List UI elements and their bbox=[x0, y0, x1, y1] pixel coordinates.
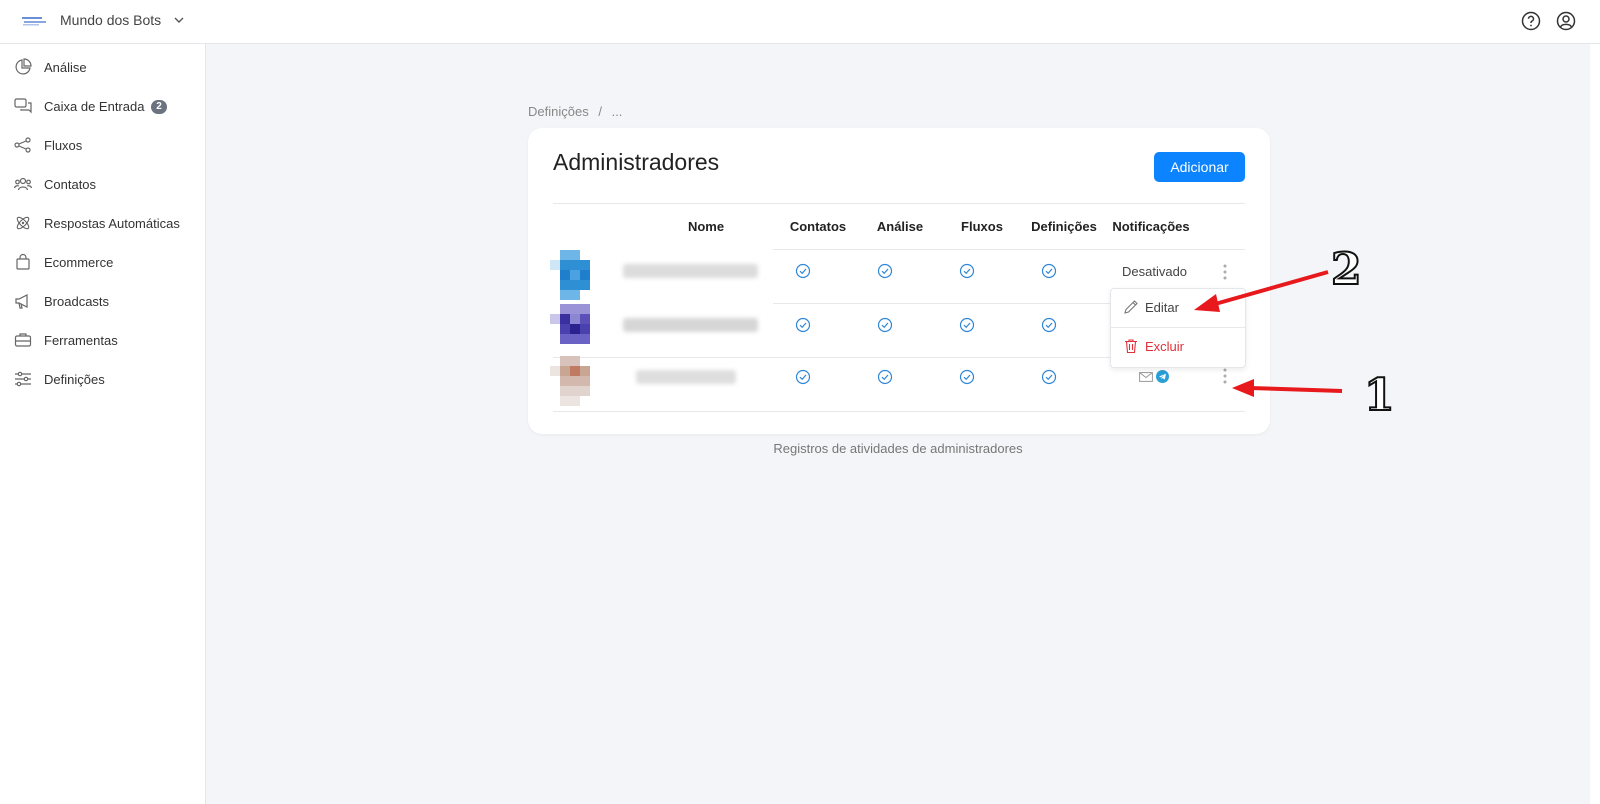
check-circle-icon bbox=[877, 263, 893, 279]
sidebar-item-label: Análise bbox=[44, 60, 87, 75]
administrators-card: Administradores Adicionar Nome Contatos … bbox=[528, 128, 1270, 434]
logo bbox=[22, 17, 46, 26]
users-icon bbox=[14, 177, 32, 191]
column-header-contatos: Contatos bbox=[789, 219, 847, 234]
workspace-name: Mundo dos Bots bbox=[60, 12, 162, 28]
sidebar-item-analise[interactable]: Análise bbox=[0, 52, 206, 82]
avatar bbox=[550, 250, 590, 300]
sidebar: Análise Caixa de Entrada 2 Fluxos Contat… bbox=[0, 44, 206, 804]
sidebar-item-fluxos[interactable]: Fluxos bbox=[0, 130, 206, 160]
notifications-status: Desativado bbox=[1122, 264, 1188, 279]
check-circle-icon bbox=[877, 317, 893, 333]
flow-icon bbox=[14, 137, 31, 153]
trash-icon bbox=[1125, 339, 1137, 354]
check-circle-icon bbox=[959, 263, 975, 279]
admin-name-redacted bbox=[623, 264, 758, 278]
check-circle-icon bbox=[795, 263, 811, 279]
sidebar-item-label: Fluxos bbox=[44, 138, 83, 153]
column-header-definicoes: Definições bbox=[1031, 219, 1097, 234]
sidebar-item-caixa-de-entrada[interactable]: Caixa de Entrada 2 bbox=[0, 91, 206, 121]
check-circle-icon bbox=[1041, 317, 1057, 333]
check-circle-icon bbox=[795, 369, 811, 385]
unread-badge: 2 bbox=[151, 100, 167, 114]
page-title: Administradores bbox=[553, 149, 720, 175]
annotation-arrow-1 bbox=[1232, 379, 1343, 397]
sidebar-item-label: Definições bbox=[44, 372, 105, 387]
chat-bubbles-icon bbox=[14, 98, 32, 114]
megaphone-icon bbox=[15, 294, 28, 309]
check-circle-icon bbox=[795, 317, 811, 333]
annotation-number-1: 1 bbox=[1363, 369, 1396, 422]
shopping-bag-icon bbox=[16, 253, 30, 270]
account-icon[interactable] bbox=[1555, 10, 1577, 32]
check-circle-icon bbox=[959, 369, 975, 385]
check-circle-icon bbox=[959, 317, 975, 333]
divider bbox=[1111, 327, 1245, 328]
breadcrumb-current: ... bbox=[611, 104, 623, 119]
sidebar-item-broadcasts[interactable]: Broadcasts bbox=[0, 286, 206, 316]
chart-pie-icon bbox=[15, 58, 32, 75]
check-circle-icon bbox=[877, 369, 893, 385]
add-admin-button[interactable]: Adicionar bbox=[1154, 152, 1245, 182]
column-header-notificacoes: Notificações bbox=[1112, 219, 1190, 234]
more-options-icon[interactable] bbox=[1222, 367, 1228, 385]
sidebar-item-label: Broadcasts bbox=[44, 294, 110, 309]
admin-name-redacted bbox=[623, 318, 758, 332]
annotation-number-2: 2 bbox=[1330, 243, 1363, 296]
column-header-fluxos: Fluxos bbox=[961, 219, 1003, 234]
avatar bbox=[550, 304, 590, 344]
breadcrumb-root[interactable]: Definições bbox=[528, 104, 589, 119]
divider bbox=[773, 249, 1245, 250]
avatar bbox=[550, 356, 590, 406]
admin-name-redacted bbox=[636, 370, 736, 384]
column-header-analise: Análise bbox=[876, 219, 924, 234]
sidebar-item-label: Caixa de Entrada bbox=[44, 99, 145, 114]
sidebar-item-label: Ecommerce bbox=[44, 255, 114, 270]
breadcrumb: Definições / ... bbox=[528, 104, 628, 119]
admin-activity-log-link[interactable]: Registros de atividades de administrador… bbox=[0, 441, 1600, 456]
workspace-selector[interactable]: Mundo dos Bots bbox=[60, 12, 185, 28]
annotation-arrow-2 bbox=[1194, 270, 1329, 312]
column-header-nome: Nome bbox=[687, 219, 725, 234]
check-circle-icon bbox=[1041, 369, 1057, 385]
edit-label: Editar bbox=[1145, 300, 1179, 315]
sliders-icon bbox=[15, 371, 31, 387]
sidebar-item-ecommerce[interactable]: Ecommerce bbox=[0, 247, 206, 277]
sidebar-item-contatos[interactable]: Contatos bbox=[0, 169, 206, 199]
top-bar: Mundo dos Bots bbox=[0, 0, 1600, 44]
sidebar-item-label: Ferramentas bbox=[44, 333, 118, 348]
divider bbox=[553, 411, 1245, 412]
help-icon[interactable] bbox=[1520, 10, 1542, 32]
toolbox-icon bbox=[14, 333, 32, 347]
sidebar-item-label: Respostas Automáticas bbox=[44, 216, 180, 231]
check-circle-icon bbox=[1041, 263, 1057, 279]
atom-icon bbox=[16, 216, 30, 230]
scrollbar-track[interactable] bbox=[1590, 44, 1600, 804]
divider bbox=[553, 203, 1245, 204]
sidebar-item-respostas-automaticas[interactable]: Respostas Automáticas bbox=[0, 208, 206, 238]
mail-icon bbox=[1139, 372, 1153, 382]
sidebar-item-label: Contatos bbox=[44, 177, 97, 192]
breadcrumb-separator: / bbox=[598, 104, 602, 119]
sidebar-item-definicoes[interactable]: Definições bbox=[0, 364, 206, 394]
delete-label: Excluir bbox=[1145, 339, 1185, 354]
telegram-icon bbox=[1156, 370, 1169, 383]
chevron-down-icon bbox=[174, 17, 184, 23]
delete-menu-item[interactable]: Excluir bbox=[1111, 329, 1245, 365]
pencil-icon bbox=[1124, 300, 1138, 314]
sidebar-item-ferramentas[interactable]: Ferramentas bbox=[0, 325, 206, 355]
